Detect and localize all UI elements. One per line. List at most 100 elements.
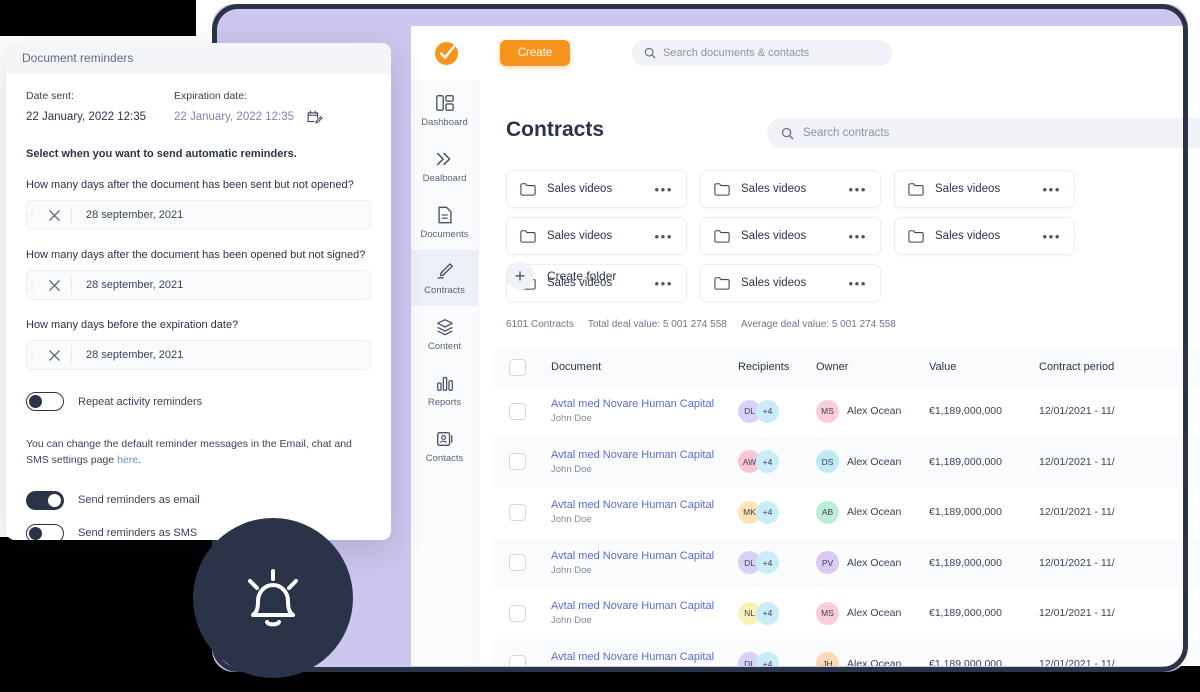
- panel-header: Document reminders: [6, 43, 391, 73]
- helper-text-before: You can change the default reminder mess…: [26, 438, 352, 466]
- close-x-icon[interactable]: [37, 348, 71, 363]
- cell-value: €1,189,000,000: [929, 658, 1039, 666]
- avatar-more-count[interactable]: +4: [756, 602, 779, 625]
- folder-icon: [908, 229, 924, 243]
- app-header: Create Search documents & contacts: [411, 26, 1200, 80]
- column-header-value[interactable]: Value: [929, 361, 1039, 373]
- reminder-date-field-1[interactable]: ⋮ 28 september, 2021: [26, 200, 371, 230]
- folder-card[interactable]: Sales videos •••: [700, 170, 881, 208]
- avatar-more-count[interactable]: +4: [756, 652, 779, 666]
- content-layers-icon: [435, 317, 455, 337]
- avatar[interactable]: MS: [816, 400, 839, 423]
- avatar-more-count[interactable]: +4: [756, 551, 779, 574]
- row-checkbox[interactable]: [509, 655, 526, 666]
- folder-card[interactable]: Sales videos •••: [700, 264, 881, 302]
- sidebar-item-documents[interactable]: Documents: [411, 194, 478, 250]
- sidebar-item-content[interactable]: Content: [411, 306, 478, 362]
- folder-name: Sales videos: [741, 230, 838, 242]
- table-row[interactable]: Avtal med Novare Human Capital John Doe …: [493, 437, 1200, 488]
- settings-here-link[interactable]: here: [117, 454, 138, 466]
- document-title[interactable]: Avtal med Novare Human Capital: [551, 550, 738, 562]
- app-window: Create Search documents & contacts Dashb…: [411, 26, 1200, 666]
- folder-card[interactable]: Sales videos •••: [700, 217, 881, 255]
- row-checkbox[interactable]: [509, 605, 526, 622]
- folder-card[interactable]: Sales videos •••: [894, 217, 1075, 255]
- folder-menu-icon[interactable]: •••: [655, 230, 673, 243]
- document-reminders-panel: Document reminders Date sent: 22 January…: [6, 43, 391, 540]
- send-reminders-email-toggle[interactable]: [26, 491, 64, 510]
- calendar-edit-icon[interactable]: [306, 109, 323, 126]
- row-checkbox[interactable]: [509, 554, 526, 571]
- cell-document: Avtal med Novare Human Capital John Doe: [526, 550, 738, 576]
- send-reminders-sms-toggle[interactable]: [26, 524, 64, 540]
- document-title[interactable]: Avtal med Novare Human Capital: [551, 499, 738, 511]
- table-row[interactable]: Avtal med Novare Human Capital John Doe …: [493, 639, 1200, 667]
- sidebar-item-dealboard[interactable]: Dealboard: [411, 138, 478, 194]
- brand-check-logo[interactable]: [433, 39, 461, 67]
- folder-name: Sales videos: [547, 230, 644, 242]
- dashboard-icon: [435, 93, 455, 113]
- cell-value: €1,189,000,000: [929, 405, 1039, 417]
- avatar[interactable]: PV: [816, 551, 839, 574]
- drag-handle-icon[interactable]: ⋮: [27, 211, 37, 220]
- document-title[interactable]: Avtal med Novare Human Capital: [551, 449, 738, 461]
- column-header-recipients[interactable]: Recipients: [738, 361, 816, 373]
- reminder-date-field-3[interactable]: ⋮ 28 september, 2021: [26, 340, 371, 370]
- document-title[interactable]: Avtal med Novare Human Capital: [551, 651, 738, 663]
- avatar[interactable]: JH: [816, 652, 839, 666]
- contracts-search-input[interactable]: Search contracts: [767, 118, 1200, 148]
- document-title[interactable]: Avtal med Novare Human Capital: [551, 600, 738, 612]
- cell-recipients: DL +4: [738, 551, 816, 574]
- close-x-icon[interactable]: [37, 278, 71, 293]
- reminder-question-1: How many days after the document has bee…: [26, 179, 371, 191]
- reminder-date-field-2[interactable]: ⋮ 28 september, 2021: [26, 270, 371, 300]
- sidebar-item-contacts[interactable]: Contacts: [411, 418, 478, 474]
- avatar[interactable]: AB: [816, 501, 839, 524]
- table-row[interactable]: Avtal med Novare Human Capital John Doe …: [493, 386, 1200, 437]
- folder-menu-icon[interactable]: •••: [1043, 230, 1061, 243]
- cell-recipients: MK +4: [738, 501, 816, 524]
- cell-contract-period: 12/01/2021 - 11/: [1039, 456, 1189, 468]
- column-header-document[interactable]: Document: [526, 361, 738, 373]
- folder-menu-icon[interactable]: •••: [655, 183, 673, 196]
- create-button[interactable]: Create: [500, 40, 570, 66]
- document-author: John Doe: [551, 565, 738, 576]
- table-row[interactable]: Avtal med Novare Human Capital John Doe …: [493, 588, 1200, 639]
- sidebar-item-contracts[interactable]: Contracts: [411, 250, 478, 306]
- folder-card[interactable]: Sales videos •••: [894, 170, 1075, 208]
- row-checkbox[interactable]: [509, 403, 526, 420]
- close-x-icon[interactable]: [37, 208, 71, 223]
- create-folder-button[interactable]: + Create folder: [506, 262, 616, 290]
- contracts-search-placeholder: Search contracts: [803, 127, 889, 139]
- column-header-owner[interactable]: Owner: [816, 361, 929, 373]
- folder-menu-icon[interactable]: •••: [849, 277, 867, 290]
- sidebar-item-reports[interactable]: Reports: [411, 362, 478, 418]
- avatar-more-count[interactable]: +4: [756, 501, 779, 524]
- avatar[interactable]: DS: [816, 450, 839, 473]
- repeat-activity-reminders-toggle[interactable]: [26, 392, 64, 411]
- folder-card[interactable]: Sales videos •••: [506, 170, 687, 208]
- table-row[interactable]: Avtal med Novare Human Capital John Doe …: [493, 538, 1200, 589]
- folder-menu-icon[interactable]: •••: [849, 230, 867, 243]
- avatar-more-count[interactable]: +4: [756, 450, 779, 473]
- drag-handle-icon[interactable]: ⋮: [27, 351, 37, 360]
- folder-card[interactable]: Sales videos •••: [506, 217, 687, 255]
- row-checkbox[interactable]: [509, 453, 526, 470]
- document-title[interactable]: Avtal med Novare Human Capital: [551, 398, 738, 410]
- folder-menu-icon[interactable]: •••: [849, 183, 867, 196]
- column-header-contract-period[interactable]: Contract period: [1039, 361, 1189, 373]
- row-checkbox[interactable]: [509, 504, 526, 521]
- sidebar-item-dashboard[interactable]: Dashboard: [411, 82, 478, 138]
- table-row[interactable]: Avtal med Novare Human Capital John Doe …: [493, 487, 1200, 538]
- stat-total-value: Total deal value: 5 001 274 558: [588, 319, 727, 330]
- select-all-checkbox[interactable]: [509, 359, 526, 376]
- folder-name: Sales videos: [935, 183, 1032, 195]
- avatar-more-count[interactable]: +4: [756, 400, 779, 423]
- folder-menu-icon[interactable]: •••: [655, 277, 673, 290]
- global-search-input[interactable]: Search documents & contacts: [632, 40, 892, 66]
- folder-icon: [908, 182, 924, 196]
- avatar[interactable]: MS: [816, 602, 839, 625]
- folder-menu-icon[interactable]: •••: [1043, 183, 1061, 196]
- drag-handle-icon[interactable]: ⋮: [27, 281, 37, 290]
- owner-name: Alex Ocean: [847, 456, 901, 468]
